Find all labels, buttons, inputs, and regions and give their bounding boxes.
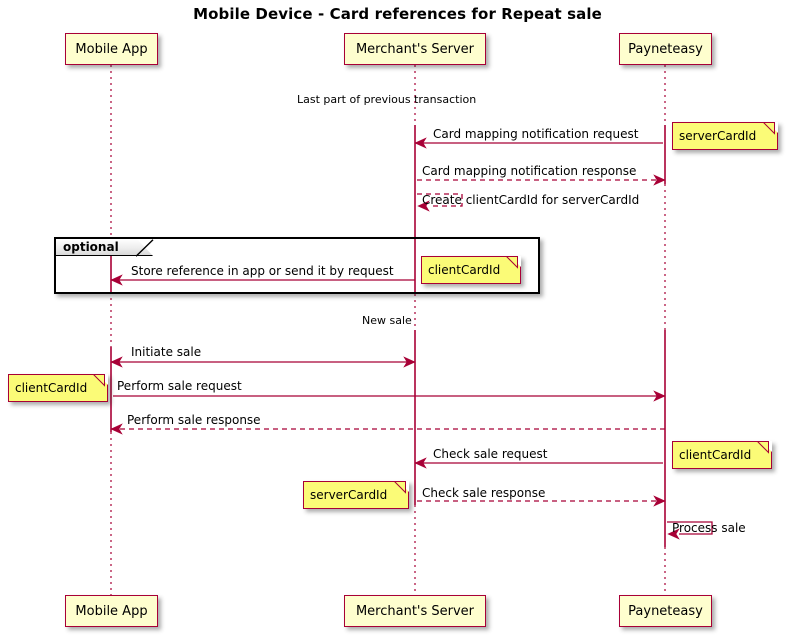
participant-payneteasy-top[interactable]: Payneteasy bbox=[619, 33, 712, 65]
note-text: clientCardId bbox=[15, 381, 88, 395]
note-servercardid-1: serverCardId bbox=[672, 122, 778, 150]
divider-label-new-sale: New sale bbox=[362, 314, 412, 327]
message-label-create-clientcardid: Create clientCardId for serverCardId bbox=[422, 193, 640, 207]
note-text: clientCardId bbox=[428, 263, 501, 277]
message-label-perform-sale-request: Perform sale request bbox=[117, 379, 242, 393]
message-label-check-sale-request: Check sale request bbox=[433, 447, 548, 461]
message-label-card-mapping-notification-response: Card mapping notification response bbox=[422, 164, 637, 178]
message-label-process-sale: Process sale bbox=[672, 521, 746, 535]
lifelines-group bbox=[110, 65, 666, 595]
participant-merchants-server-top[interactable]: Merchant's Server bbox=[344, 33, 486, 65]
participant-label: Payneteasy bbox=[628, 603, 703, 619]
divider-label-last-part: Last part of previous transaction bbox=[297, 93, 477, 106]
note-text: clientCardId bbox=[679, 448, 752, 462]
note-servercardid-2: serverCardId bbox=[303, 481, 409, 509]
participant-label: Mobile App bbox=[75, 603, 148, 619]
note-clientcardid-3: clientCardId bbox=[672, 441, 772, 469]
message-label-card-mapping-notification-request: Card mapping notification request bbox=[433, 127, 639, 141]
note-clientcardid-2: clientCardId bbox=[8, 374, 108, 402]
note-text: serverCardId bbox=[310, 488, 388, 502]
message-label-store-reference: Store reference in app or send it by req… bbox=[131, 264, 394, 278]
participant-mobile-app-bottom[interactable]: Mobile App bbox=[65, 595, 158, 627]
note-fold-icon bbox=[93, 374, 108, 389]
participant-mobile-app-top[interactable]: Mobile App bbox=[65, 33, 158, 65]
participant-label: Payneteasy bbox=[628, 41, 703, 57]
group-label-notch-edge bbox=[136, 239, 155, 257]
participant-label: Mobile App bbox=[75, 41, 148, 57]
note-clientcardid-1: clientCardId bbox=[421, 256, 521, 284]
sequence-diagram-canvas: Mobile Device - Card references for Repe… bbox=[0, 0, 795, 636]
note-text: serverCardId bbox=[679, 129, 757, 143]
note-fold-icon bbox=[394, 481, 409, 496]
note-fold-icon bbox=[506, 256, 521, 271]
message-label-check-sale-response: Check sale response bbox=[422, 486, 546, 500]
participant-label: Merchant's Server bbox=[355, 603, 475, 619]
note-fold-icon bbox=[763, 122, 778, 137]
participant-label: Merchant's Server bbox=[355, 41, 475, 57]
participant-payneteasy-bottom[interactable]: Payneteasy bbox=[619, 595, 712, 627]
note-fold-icon bbox=[757, 441, 772, 456]
message-label-perform-sale-response: Perform sale response bbox=[127, 413, 261, 427]
participant-merchants-server-bottom[interactable]: Merchant's Server bbox=[344, 595, 486, 627]
message-label-initiate-sale: Initiate sale bbox=[131, 345, 202, 359]
